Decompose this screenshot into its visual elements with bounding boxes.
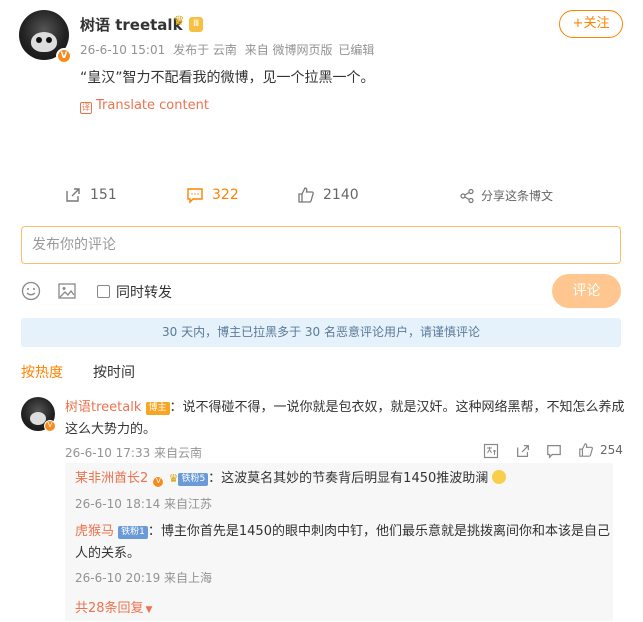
reply-author-name[interactable]: 某非洲酋长2	[75, 471, 148, 486]
reply-text: ：博主你首先是1450的眼中刺肉中钉，他们最乐意就是挑拨离间你和本该是自己人的关…	[75, 524, 610, 561]
image-icon[interactable]	[57, 281, 77, 301]
reply-meta: 26-6-10 20:19 来自上海	[75, 571, 213, 585]
commenter-name[interactable]: 树语treetalk	[65, 400, 141, 415]
more-replies-label: 共28条回复	[75, 601, 144, 616]
submit-comment-button[interactable]: 评论	[552, 274, 621, 308]
comment-input[interactable]: 发布你的评论	[21, 226, 621, 264]
like-button[interactable]: 2140	[297, 186, 359, 204]
block-notice: 30 天内，博主已拉黑多于 30 名恶意评论用户，请谨慎评论	[21, 318, 621, 347]
crown-icon: ♛	[173, 14, 185, 29]
comment-meta: 26-6-10 17:33 来自云南	[65, 446, 203, 460]
post-edited[interactable]: 已编辑	[338, 43, 374, 57]
repost-checkbox[interactable]	[97, 285, 110, 298]
like-count: 2140	[323, 187, 359, 203]
tab-sort-time[interactable]: 按时间	[93, 362, 135, 382]
comment-count: 322	[212, 187, 239, 203]
translate-icon[interactable]	[483, 443, 499, 459]
host-badge: 博主	[145, 402, 170, 415]
level-badge: Ⅲ	[189, 17, 204, 32]
repost-icon[interactable]	[515, 443, 531, 459]
translate-label: Translate content	[96, 98, 209, 113]
author-name[interactable]: 树语 treetalk	[80, 14, 183, 35]
thumbs-up-icon	[579, 443, 593, 457]
comment-icon[interactable]	[546, 443, 562, 459]
verified-badge-icon: V	[56, 48, 72, 64]
chevron-down-icon: ▼	[145, 605, 153, 615]
comment-body: 树语treetalk 博主 ：说不得碰不得，一说你就是包衣奴，就是汉奸。这种网络黑…	[65, 397, 625, 441]
comment-button[interactable]: 322	[186, 186, 239, 204]
verified-badge-icon: V	[152, 476, 165, 488]
reply-meta: 26-6-10 18:14 来自江苏	[75, 497, 213, 511]
crown-icon: ♛	[168, 472, 179, 485]
emoji-icon[interactable]	[21, 281, 41, 301]
post-timestamp[interactable]: 26-6-10 15:01	[80, 43, 165, 57]
share-label: 分享这条博文	[481, 189, 554, 203]
comment-like-count: 254	[600, 443, 623, 457]
smirk-emoji-icon	[492, 470, 507, 484]
reply-text: ：这波莫名其妙的节奏背后明显有1450推波助澜	[208, 471, 489, 486]
share-button[interactable]: 分享这条博文	[459, 187, 553, 204]
translate-icon: 译	[80, 102, 92, 114]
post-source: 来自 微博网页版	[244, 43, 333, 57]
reply-item: 某非洲酋长2 V ♛ 铁粉5 ：这波莫名其妙的节奏背后明显有1450推波助澜	[75, 468, 615, 490]
reply-author-name[interactable]: 虎猴马	[75, 524, 114, 539]
post-text: “皇汉”智力不配看我的微博，见一个拉黑一个。	[80, 70, 375, 86]
fan-badge: 铁粉1	[118, 526, 148, 539]
repost-checkbox-label[interactable]: 同时转发	[116, 282, 172, 302]
reply-item: 虎猴马 铁粉1 ：博主你首先是1450的眼中刺肉中钉，他们最乐意就是挑拨离间你和本…	[75, 521, 620, 565]
comment-icon	[187, 188, 203, 204]
fan-badge: 铁粉5	[178, 473, 209, 486]
verified-badge-icon: V	[44, 420, 56, 432]
post-location: 发布于 云南	[173, 43, 237, 57]
repost-button[interactable]: 151	[64, 186, 117, 204]
share-icon	[460, 188, 474, 203]
translate-link[interactable]: 译 Translate content	[80, 98, 209, 114]
tab-sort-hot[interactable]: 按热度	[21, 362, 63, 382]
post-meta: 26-6-10 15:01 发布于 云南 来自 微博网页版 已编辑	[80, 41, 374, 58]
repost-icon	[66, 188, 80, 202]
thumbs-up-icon	[298, 187, 314, 203]
follow-button[interactable]: +关注	[559, 10, 623, 38]
more-replies-link[interactable]: 共28条回复 ▼	[75, 597, 152, 616]
repost-count: 151	[90, 187, 117, 203]
comment-like-button[interactable]: 254	[578, 442, 623, 458]
